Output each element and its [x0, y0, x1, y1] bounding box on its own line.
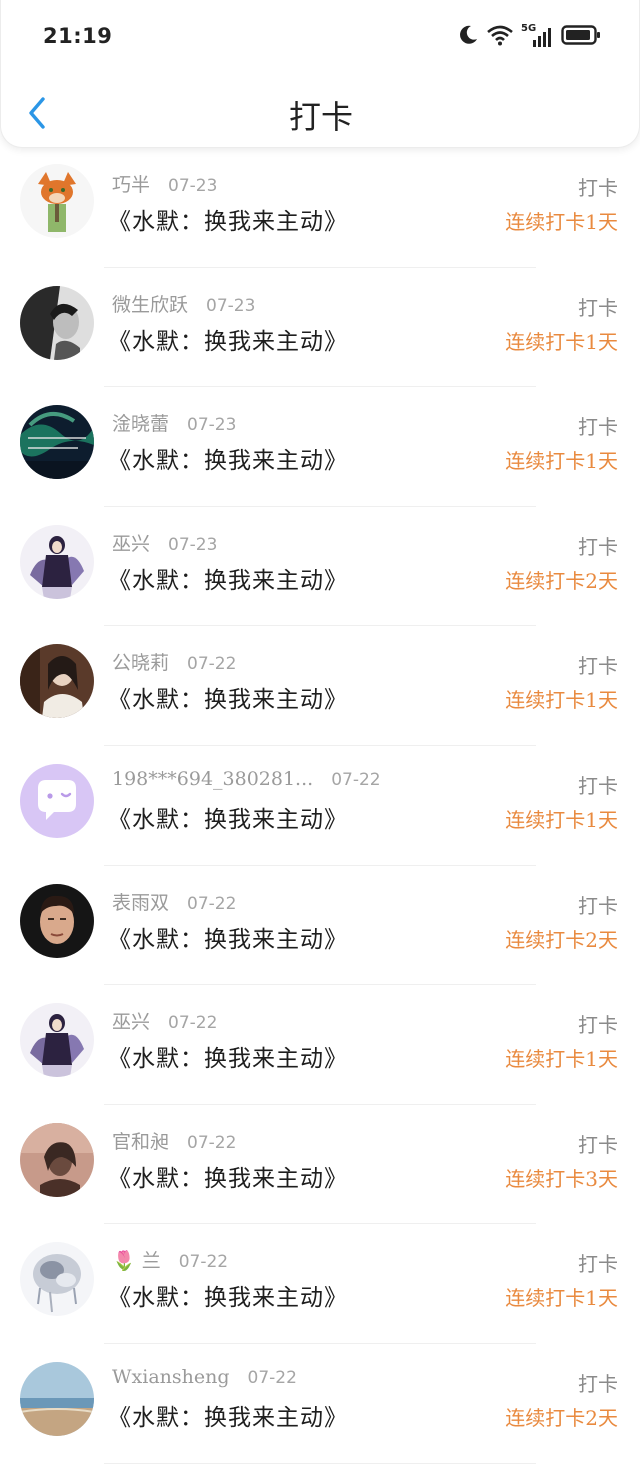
checkin-label: 打卡 — [578, 893, 618, 918]
entry-meta: 淦晓蕾 07-23 — [112, 409, 236, 436]
list-item[interactable]: 微生欣跃 07-23 《水默：换我来主动》 打卡连续打卡1天 — [0, 268, 640, 388]
list-item[interactable]: 🌷 兰 07-22 《水默：换我来主动》 打卡连续打卡1天 — [0, 1224, 640, 1344]
entry-date: 07-22 — [247, 1367, 297, 1388]
entry-date: 07-22 — [331, 769, 381, 790]
user-name[interactable]: 淦晓蕾 — [112, 409, 169, 436]
checkin-label: 打卡 — [578, 1252, 618, 1277]
fox-cartoon-avatar[interactable] — [20, 164, 94, 238]
book-title[interactable]: 《水默：换我来主动》 — [108, 441, 348, 475]
book-title[interactable]: 《水默：换我来主动》 — [108, 1159, 348, 1193]
checkin-list: 巧半 07-23 《水默：换我来主动》 打卡 连续打卡1天 微生欣跃 07-23 《水默：换我… — [0, 148, 640, 1464]
book-title[interactable]: 《水默：换我来主动》 — [108, 1039, 348, 1073]
entry-date: 07-22 — [187, 654, 237, 675]
entry-date: 07-22 — [187, 1132, 237, 1153]
streak-label: 连续打卡1天 — [505, 210, 618, 234]
user-name[interactable]: 官和昶 — [112, 1127, 169, 1154]
woman-portrait-avatar[interactable] — [20, 644, 94, 719]
entry-date: 07-23 — [168, 534, 218, 555]
user-name[interactable]: 公晓莉 — [112, 648, 169, 675]
anime-figure-avatar[interactable] — [20, 524, 94, 599]
status-time: 21:19 — [43, 24, 113, 48]
user-name[interactable]: 🌷 兰 — [112, 1246, 161, 1273]
beach-avatar[interactable] — [20, 1361, 94, 1436]
entry-meta: 巫兴 07-23 — [112, 529, 217, 556]
woman-bw-avatar[interactable] — [20, 285, 94, 360]
entry-date: 07-22 — [168, 1013, 218, 1034]
entry-meta: 微生欣跃 07-23 — [112, 290, 255, 317]
book-title[interactable]: 《水默：换我来主动》 — [108, 920, 348, 954]
user-name[interactable]: 表雨双 — [112, 888, 169, 915]
silver-art-avatar[interactable] — [20, 1242, 94, 1317]
checkin-label: 打卡 — [578, 176, 618, 200]
nav-bar: 打卡 — [1, 80, 640, 146]
entry-meta: 巧半 07-23 — [112, 170, 217, 197]
list-item[interactable]: 表雨双 07-22 《水默：换我来主动》 打卡连续打卡2天 — [0, 866, 640, 986]
checkin-label: 打卡 — [578, 654, 618, 679]
entry-meta: 巫兴 07-22 — [112, 1007, 217, 1034]
entry-meta: 公晓莉 07-22 — [112, 648, 236, 675]
app-header: 21:19 5G 打卡 — [0, 0, 640, 148]
signal-5g-icon: 5G — [521, 23, 553, 49]
page-title: 打卡 — [288, 98, 353, 136]
user-name[interactable]: 巫兴 — [112, 1007, 150, 1034]
list-item[interactable]: 淦晓蕾 07-23 《水默：换我来主动》 打卡连续打卡1天 — [0, 387, 640, 507]
anime-figure-avatar[interactable] — [20, 1003, 94, 1078]
entry-meta: 官和昶 07-22 — [112, 1127, 236, 1154]
aurora-text-avatar[interactable] — [20, 405, 94, 480]
list-item[interactable]: 巫兴 07-23 《水默：换我来主动》 打卡连续打卡2天 — [0, 507, 640, 627]
book-title[interactable]: 《水默：换我来主动》 — [108, 322, 348, 356]
checkin-label: 打卡 — [578, 415, 618, 440]
checkin-label: 打卡 — [578, 295, 618, 320]
streak-label: 连续打卡1天 — [505, 1047, 618, 1072]
checkin-label: 打卡 — [578, 534, 618, 559]
streak-label: 连续打卡2天 — [505, 568, 618, 593]
book-title[interactable]: 《水默：换我来主动》 — [108, 1278, 348, 1312]
streak-label: 连续打卡1天 — [505, 807, 618, 832]
user-name[interactable]: 198***694_380281... — [112, 768, 313, 790]
book-title[interactable]: 《水默：换我来主动》 — [108, 800, 348, 834]
list-item[interactable]: Wxiansheng 07-22 《水默：换我来主动》 打卡连续打卡2天 — [0, 1344, 640, 1464]
entry-meta: Wxiansheng 07-22 — [112, 1366, 297, 1388]
streak-label: 连续打卡2天 — [505, 927, 618, 952]
status-icons: 5G — [457, 23, 601, 50]
checkin-label: 打卡 — [578, 773, 618, 798]
book-title[interactable]: 《水默：换我来主动》 — [108, 680, 348, 714]
user-name[interactable]: 巫兴 — [112, 529, 150, 556]
sunset-portrait-avatar[interactable] — [20, 1122, 94, 1197]
checkin-label: 打卡 — [578, 1371, 618, 1396]
entry-date: 07-22 — [178, 1252, 229, 1273]
battery-icon — [561, 24, 601, 50]
checkin-label: 打卡 — [578, 1013, 618, 1038]
entry-meta: 表雨双 07-22 — [112, 888, 236, 915]
streak-label: 连续打卡1天 — [505, 449, 618, 474]
entry-date: 07-23 — [168, 176, 218, 196]
entry-date: 07-22 — [187, 893, 237, 914]
user-name[interactable]: 巧半 — [112, 170, 150, 197]
streak-label: 连续打卡3天 — [505, 1166, 618, 1191]
list-item[interactable]: 巧半 07-23 《水默：换我来主动》 打卡连续打卡1天 — [0, 148, 640, 268]
checkin-label: 打卡 — [578, 1132, 618, 1157]
entry-date: 07-23 — [187, 415, 237, 436]
list-item[interactable]: 198***694_380281... 07-22 《水默：换我来主动》 打卡连续打卡… — [0, 746, 640, 866]
moon-icon — [457, 24, 479, 50]
list-item[interactable]: 官和昶 07-22 《水默：换我来主动》 打卡连续打卡3天 — [0, 1105, 640, 1225]
default-chat-avatar[interactable] — [20, 763, 94, 838]
book-title[interactable]: 《水默：换我来主动》 — [108, 202, 348, 236]
streak-label: 连续打卡1天 — [505, 688, 618, 713]
list-item[interactable]: 巫兴 07-22 《水默：换我来主动》 打卡连续打卡1天 — [0, 985, 640, 1105]
status-bar: 21:19 5G — [1, 0, 640, 72]
streak-label: 连续打卡1天 — [505, 1286, 618, 1311]
entry-date: 07-23 — [206, 295, 256, 316]
entry-meta: 198***694_380281... 07-22 — [112, 768, 381, 790]
book-title[interactable]: 《水默：换我来主动》 — [108, 1398, 348, 1432]
wifi-icon — [487, 24, 513, 50]
streak-label: 连续打卡2天 — [505, 1405, 618, 1430]
man-portrait-avatar[interactable] — [20, 883, 94, 958]
book-title[interactable]: 《水默：换我来主动》 — [108, 561, 348, 595]
list-item[interactable]: 公晓莉 07-22 《水默：换我来主动》 打卡连续打卡1天 — [0, 626, 640, 746]
streak-label: 连续打卡1天 — [505, 329, 618, 354]
entry-meta: 🌷 兰 07-22 — [112, 1246, 228, 1273]
user-name[interactable]: Wxiansheng — [112, 1366, 230, 1388]
user-name[interactable]: 微生欣跃 — [112, 290, 188, 317]
